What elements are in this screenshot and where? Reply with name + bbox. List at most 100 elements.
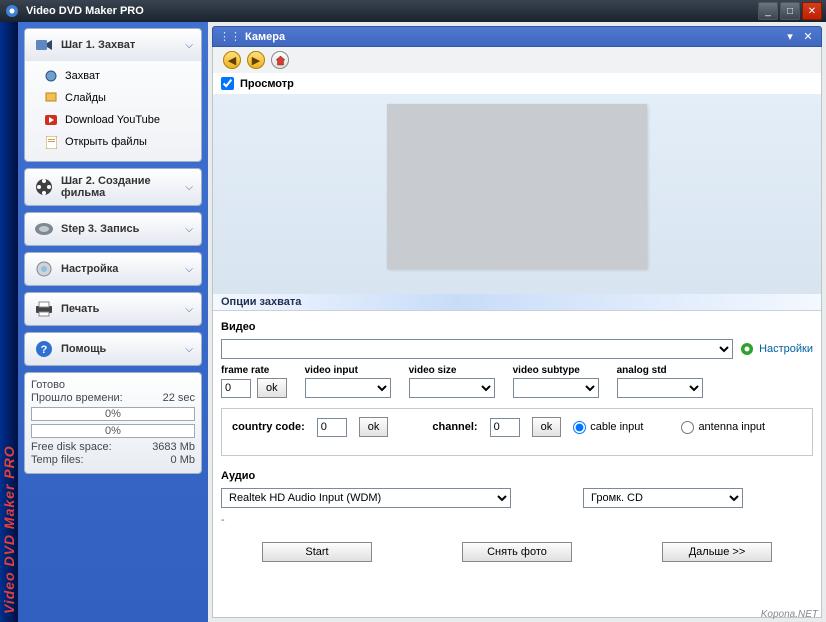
- video-size-select[interactable]: [409, 378, 495, 398]
- sidebar-step1-label: Шаг 1. Захват: [61, 39, 185, 51]
- sidebar-item-label: Слайды: [65, 92, 106, 104]
- cable-input-radio[interactable]: [573, 421, 586, 434]
- titlebar: Video DVD Maker PRO _ □ ✕: [0, 0, 826, 22]
- video-input-select[interactable]: [305, 378, 391, 398]
- video-heading: Видео: [221, 317, 813, 339]
- snapshot-button[interactable]: Снять фото: [462, 542, 572, 562]
- watermark: Kopona.NET: [761, 609, 818, 620]
- status-panel: Готово Прошло времени:22 sec 0% 0% Free …: [24, 372, 202, 474]
- country-code-label: country code:: [232, 421, 305, 433]
- sidebar-item-youtube[interactable]: Download YouTube: [31, 109, 195, 131]
- expand-icon: ⌵: [185, 182, 193, 193]
- antenna-input-radio[interactable]: [681, 421, 694, 434]
- minimize-button[interactable]: _: [758, 2, 778, 20]
- temp-value: 0 Mb: [171, 454, 195, 466]
- sidebar-step1-header[interactable]: Шаг 1. Захват ⌵: [25, 29, 201, 61]
- status-ready: Готово: [31, 379, 195, 391]
- youtube-icon: [43, 113, 59, 127]
- frame-rate-input[interactable]: [221, 379, 251, 398]
- video-input-label: video input: [305, 365, 391, 376]
- video-settings-link[interactable]: Настройки: [739, 341, 813, 357]
- sidebar-help: ? Помощь ⌵: [24, 332, 202, 366]
- sidebar-item-label: Захват: [65, 70, 100, 82]
- audio-source-select[interactable]: Громк. CD: [583, 488, 743, 508]
- video-subtype-label: video subtype: [513, 365, 599, 376]
- expand-icon: ⌵: [185, 344, 193, 355]
- dvd-icon: [33, 219, 55, 239]
- channel-ok-button[interactable]: ok: [532, 417, 562, 437]
- progress-bar-2: 0%: [31, 424, 195, 438]
- close-button[interactable]: ✕: [802, 2, 822, 20]
- country-code-ok-button[interactable]: ok: [359, 417, 389, 437]
- panel-dropdown-button[interactable]: ▾: [783, 30, 797, 43]
- sidebar-step3-label: Step 3. Запись: [61, 223, 185, 235]
- nav-home-button[interactable]: [271, 51, 289, 69]
- next-button[interactable]: Дальше >>: [662, 542, 772, 562]
- svg-text:?: ?: [41, 344, 48, 356]
- sidebar-item-open-files[interactable]: Открыть файлы: [31, 131, 195, 153]
- brand-strip: Video DVD Maker PRO: [0, 22, 18, 622]
- frame-rate-ok-button[interactable]: ok: [257, 378, 287, 398]
- file-icon: [43, 135, 59, 149]
- elapsed-label: Прошло времени:: [31, 392, 123, 404]
- printer-icon: [33, 299, 55, 319]
- sidebar-item-label: Download YouTube: [65, 114, 160, 126]
- analog-std-label: analog std: [617, 365, 703, 376]
- sidebar-item-slides[interactable]: Слайды: [31, 87, 195, 109]
- sidebar-item-label: Открыть файлы: [65, 136, 147, 148]
- capture-options-header: Опции захвата: [213, 294, 821, 311]
- temp-label: Temp files:: [31, 454, 84, 466]
- panel-drag-icon[interactable]: ⋮⋮: [219, 30, 241, 43]
- maximize-button[interactable]: □: [780, 2, 800, 20]
- sidebar-step3-header[interactable]: Step 3. Запись ⌵: [25, 213, 201, 245]
- preview-zone: [213, 94, 821, 294]
- disk-label: Free disk space:: [31, 441, 112, 453]
- nav-forward-button[interactable]: ▶: [247, 51, 265, 69]
- sidebar-print-header[interactable]: Печать ⌵: [25, 293, 201, 325]
- audio-device-select[interactable]: Realtek HD Audio Input (WDM): [221, 488, 511, 508]
- sidebar-print: Печать ⌵: [24, 292, 202, 326]
- sidebar-step2-label: Шаг 2. Создание фильма: [61, 175, 185, 199]
- gear-icon: [33, 259, 55, 279]
- sidebar-item-capture[interactable]: Захват: [31, 65, 195, 87]
- expand-icon: ⌵: [185, 264, 193, 275]
- channel-input[interactable]: [490, 418, 520, 437]
- slides-icon: [43, 91, 59, 105]
- sidebar-help-header[interactable]: ? Помощь ⌵: [25, 333, 201, 365]
- progress-bar-1: 0%: [31, 407, 195, 421]
- panel-close-button[interactable]: ✕: [801, 30, 815, 43]
- sidebar-settings: Настройка ⌵: [24, 252, 202, 286]
- preview-checkbox[interactable]: [221, 77, 234, 90]
- sidebar-settings-header[interactable]: Настройка ⌵: [25, 253, 201, 285]
- preview-box: [387, 104, 647, 269]
- film-reel-icon: [33, 177, 55, 197]
- content-panel: Просмотр Опции захвата Видео Настройки: [212, 73, 822, 618]
- toolbar: ◀ ▶: [212, 47, 822, 73]
- country-code-input[interactable]: [317, 418, 347, 437]
- sidebar-settings-label: Настройка: [61, 263, 185, 275]
- start-button[interactable]: Start: [262, 542, 372, 562]
- video-size-label: video size: [409, 365, 495, 376]
- gear-green-icon: [739, 341, 755, 357]
- footer-buttons: Start Снять фото Дальше >>: [213, 532, 821, 572]
- expand-icon: ⌵: [185, 224, 193, 235]
- collapse-icon: ⌵: [185, 40, 193, 51]
- window-buttons: _ □ ✕: [758, 2, 822, 20]
- help-icon: ?: [33, 339, 55, 359]
- globe-icon: [43, 69, 59, 83]
- audio-heading: Аудио: [221, 466, 813, 488]
- sidebar-step2: Шаг 2. Создание фильма ⌵: [24, 168, 202, 206]
- channel-label: channel:: [432, 421, 477, 433]
- window-title: Video DVD Maker PRO: [26, 5, 758, 17]
- panel-titlebar: ⋮⋮ Камера ▾ ✕: [212, 26, 822, 47]
- tuner-box: country code: ok channel: ok cable input…: [221, 408, 813, 456]
- sidebar-step1: Шаг 1. Захват ⌵ Захват Слайды Download Y…: [24, 28, 202, 162]
- nav-back-button[interactable]: ◀: [223, 51, 241, 69]
- analog-std-select[interactable]: [617, 378, 703, 398]
- video-device-select[interactable]: [221, 339, 733, 359]
- expand-icon: ⌵: [185, 304, 193, 315]
- video-subtype-select[interactable]: [513, 378, 599, 398]
- main-area: ⋮⋮ Камера ▾ ✕ ◀ ▶ Просмотр Опции захвата: [208, 22, 826, 622]
- sidebar-help-label: Помощь: [61, 343, 185, 355]
- sidebar-step2-header[interactable]: Шаг 2. Создание фильма ⌵: [25, 169, 201, 205]
